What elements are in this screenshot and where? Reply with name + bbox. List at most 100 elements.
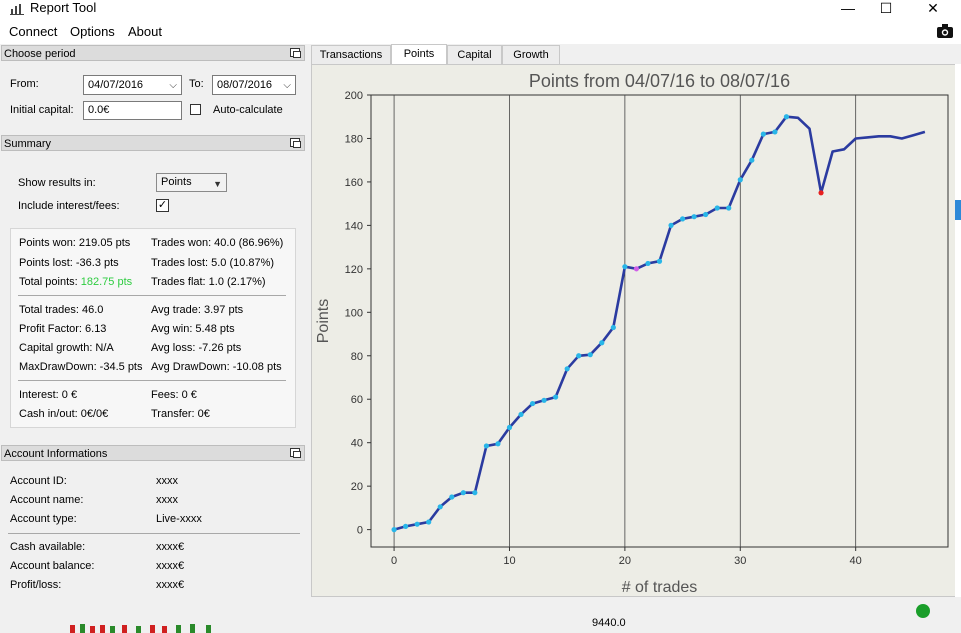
close-button[interactable]: ✕ — [911, 0, 955, 18]
y-tick-label: 200 — [345, 90, 363, 102]
summary-panel-header: Summary — [1, 135, 305, 151]
float-panel-icon[interactable] — [290, 448, 301, 458]
tab-transactions[interactable]: Transactions — [311, 45, 391, 64]
tab-growth[interactable]: Growth — [502, 45, 560, 64]
tab-capital[interactable]: Capital — [447, 45, 502, 64]
data-point-win — [668, 222, 674, 228]
transfer: Transfer: 0€ — [151, 408, 210, 420]
float-panel-icon[interactable] — [290, 138, 301, 148]
data-point-win — [645, 260, 651, 267]
data-point-win — [772, 129, 778, 135]
show-results-label: Show results in: — [18, 177, 96, 189]
data-point-win — [449, 494, 455, 500]
data-point-win — [564, 366, 570, 372]
auto-calculate-checkbox[interactable] — [190, 104, 201, 115]
data-point-win — [737, 177, 743, 183]
menu-connect[interactable]: Connect — [9, 24, 57, 39]
profit-factor: Profit Factor: 6.13 — [19, 323, 107, 335]
menu-about[interactable]: About — [128, 24, 162, 39]
initial-capital-label: Initial capital: — [10, 104, 74, 116]
chart-panel: 0 20 40 60 80 100 120 140 160 180 200 0 10 20 30 40 Poin… — [311, 64, 956, 597]
from-date-value: 04/07/2016 — [88, 79, 144, 91]
total-points-value: 182.75 pts — [80, 276, 133, 288]
x-tick-label: 20 — [619, 555, 631, 567]
max-drawdown: MaxDrawDown: -34.5 pts — [19, 361, 143, 373]
include-interest-checkbox[interactable]: ✓ — [156, 199, 169, 212]
title-bar: Report Tool — ☐ ✕ — [0, 0, 961, 20]
y-tick-label: 120 — [345, 264, 363, 276]
profit-loss-label: Profit/loss: — [10, 579, 62, 591]
to-date-value: 08/07/2016 — [217, 79, 273, 91]
avg-win: Avg win: 5.48 pts — [151, 323, 235, 335]
data-point-loss — [818, 190, 824, 196]
connection-status-icon — [916, 604, 930, 618]
account-type-value: Live-xxxx — [156, 513, 202, 525]
data-point-win — [472, 490, 478, 496]
capital-growth: Capital growth: N/A — [19, 342, 114, 354]
account-id-label: Account ID: — [10, 475, 67, 487]
total-points-label: Total points: — [19, 276, 78, 288]
plot-area — [370, 94, 949, 548]
data-point-win — [426, 519, 432, 525]
show-results-select[interactable]: Points ▼ — [156, 173, 227, 192]
account-id-value: xxxx — [156, 475, 178, 487]
to-date-picker[interactable]: 08/07/2016 ⌵ — [212, 75, 296, 95]
data-point-win — [622, 264, 628, 270]
data-point-win — [726, 205, 732, 211]
x-tick-label: 30 — [734, 555, 746, 567]
data-point-win — [437, 504, 443, 510]
data-point-win — [403, 523, 409, 529]
x-tick-label: 40 — [850, 555, 862, 567]
data-point-win — [483, 443, 489, 449]
to-label: To: — [189, 78, 204, 90]
data-point-flat — [633, 266, 640, 272]
data-point-win — [691, 214, 697, 220]
status-bar: 9440.0 — [0, 597, 961, 633]
cash-available-value: xxxx€ — [156, 541, 185, 553]
include-interest-label: Include interest/fees: — [18, 200, 120, 212]
show-results-value: Points — [161, 176, 192, 188]
app-icon — [10, 4, 24, 15]
data-point-win — [656, 258, 663, 264]
x-tick-label: 0 — [391, 555, 397, 567]
from-label: From: — [10, 78, 39, 90]
float-panel-icon[interactable] — [290, 48, 301, 58]
trades-won: Trades won: 40.0 (86.96%) — [151, 237, 284, 249]
menu-options[interactable]: Options — [70, 24, 115, 39]
summary-panel-title: Summary — [4, 138, 52, 150]
data-point-win — [749, 157, 755, 163]
y-tick-label: 60 — [351, 394, 363, 406]
from-date-picker[interactable]: 04/07/2016 ⌵ — [83, 75, 182, 95]
account-balance-value: xxxx€ — [156, 560, 185, 572]
x-tick-label: 10 — [503, 555, 515, 567]
y-tick-label: 0 — [357, 525, 363, 537]
background-price-label: 9440.0 — [592, 617, 626, 629]
tab-points[interactable]: Points — [391, 44, 447, 64]
data-point-win — [460, 490, 466, 496]
data-point-win — [518, 411, 524, 418]
account-balance-label: Account balance: — [10, 560, 95, 572]
camera-icon[interactable] — [937, 24, 953, 38]
divider — [8, 533, 300, 534]
y-tick-label: 20 — [351, 481, 363, 493]
account-name-value: xxxx — [156, 494, 178, 506]
dropdown-arrow-icon: ▼ — [213, 179, 222, 189]
chevron-down-icon: ⌵ — [169, 80, 177, 91]
maximize-button[interactable]: ☐ — [864, 0, 908, 18]
data-point-win — [576, 353, 582, 359]
background-blue-tag — [955, 200, 961, 220]
y-tick-label: 140 — [345, 220, 363, 232]
initial-capital-input[interactable]: 0.0€ — [83, 101, 182, 120]
total-trades: Total trades: 46.0 — [19, 304, 104, 316]
y-tick-label: 40 — [351, 438, 363, 450]
data-point-win — [714, 205, 720, 211]
data-point-win — [506, 424, 513, 431]
trades-lost: Trades lost: 5.0 (10.87%) — [151, 257, 275, 269]
y-axis-label: Points — [315, 299, 332, 343]
data-point-win — [783, 114, 790, 120]
background-window-edge — [955, 64, 961, 597]
points-chart: 0 20 40 60 80 100 120 140 160 180 200 0 10 20 30 40 Poin… — [315, 71, 949, 596]
account-panel-title: Account Informations — [4, 448, 108, 460]
data-point-win — [529, 400, 536, 407]
account-panel-header: Account Informations — [1, 445, 305, 461]
